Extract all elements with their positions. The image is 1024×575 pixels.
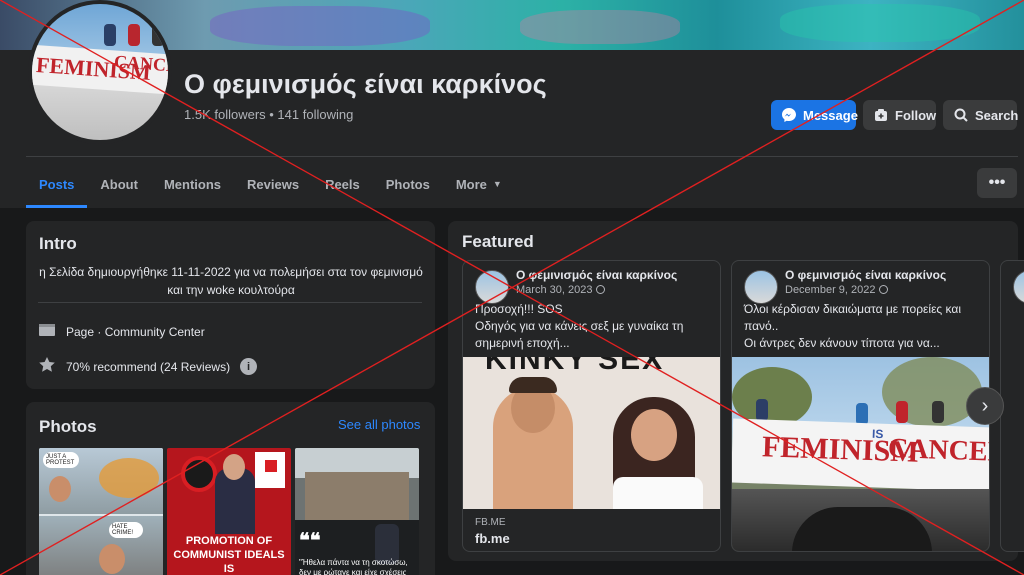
tab-posts[interactable]: Posts xyxy=(26,160,88,208)
intro-page-type: Page · Community Center xyxy=(38,322,205,341)
comic-face xyxy=(99,544,125,574)
follow-icon xyxy=(873,107,889,123)
photos-heading: Photos xyxy=(39,417,97,436)
featured-post[interactable]: Ο φεμινισμός είναι καρκίνος March 30, 20… xyxy=(462,260,721,552)
speech-bubble: HATE CRIME! xyxy=(109,522,143,538)
profile-avatar[interactable]: FEMINISM CANCER xyxy=(28,0,172,144)
person-face xyxy=(631,409,677,461)
more-options-button[interactable]: ••• xyxy=(977,168,1017,198)
follow-button[interactable]: Follow xyxy=(863,100,936,130)
cover-paint-blob xyxy=(780,4,980,42)
tab-photos[interactable]: Photos xyxy=(373,160,443,208)
protester-figure xyxy=(856,403,868,425)
tunnel-opening xyxy=(792,507,932,551)
post-text: Προσοχή!!! SOS Οδηγός για να κάνεις σεξ … xyxy=(475,302,684,350)
message-button-label: Message xyxy=(803,107,858,123)
post-image[interactable]: KINKY SEX xyxy=(463,357,720,509)
tab-mentions[interactable]: Mentions xyxy=(151,160,234,208)
post-text: Όλοι κέρδισαν δικαιώματα με πορείες και … xyxy=(744,302,961,350)
link-title[interactable]: fb.me xyxy=(475,531,510,546)
cover-paint-blob xyxy=(210,6,430,46)
tab-reviews[interactable]: Reviews xyxy=(234,160,312,208)
post-author[interactable]: Ο φεμινισμός είναι καρκίνος xyxy=(516,268,677,282)
avatar-person xyxy=(128,24,140,46)
post-image[interactable]: FEMINISM IS CANCER xyxy=(732,357,990,551)
intro-page-type-text: Page · Community Center xyxy=(66,324,205,339)
post-image-caption: KINKY SEX xyxy=(485,357,665,376)
page-header: FEMINISM CANCER Ο φεμινισμός είναι καρκί… xyxy=(0,0,1024,208)
post-author[interactable]: Ο φεμινισμός είναι καρκίνος xyxy=(785,268,946,282)
search-button-label: Search xyxy=(975,107,1019,123)
comic-fire xyxy=(99,458,159,498)
post-date[interactable]: December 9, 2022 xyxy=(785,284,888,296)
featured-heading: Featured xyxy=(462,232,534,251)
messenger-icon xyxy=(781,107,797,123)
post-date[interactable]: March 30, 2023 xyxy=(516,284,605,296)
page-tabs: Posts About Mentions Reviews Reels Photo… xyxy=(26,160,515,208)
flag-emblem xyxy=(265,460,277,472)
speech-bubble: JUST A PROTEST xyxy=(43,452,79,468)
comic-face xyxy=(49,476,71,502)
post-author-avatar[interactable] xyxy=(475,270,509,304)
post-author-avatar[interactable] xyxy=(1013,270,1024,304)
follow-button-label: Follow xyxy=(895,107,937,123)
see-all-photos-link[interactable]: See all photos xyxy=(338,417,420,432)
tab-more-label: More xyxy=(455,176,487,192)
protester-figure xyxy=(896,401,908,423)
tab-more[interactable]: More ▼ xyxy=(443,160,515,208)
post-author-avatar[interactable] xyxy=(744,270,778,304)
link-domain: FB.ME xyxy=(475,517,506,528)
carousel-next-button[interactable]: › xyxy=(966,387,1004,425)
photo-building xyxy=(305,472,409,522)
page-title: Ο φεμινισμός είναι καρκίνος xyxy=(184,69,547,99)
quote-mark: ❝❝ xyxy=(299,530,321,552)
message-button[interactable]: Message xyxy=(771,100,858,130)
protester-figure xyxy=(756,399,768,421)
intro-recommend: 70% recommend (24 Reviews) i xyxy=(38,356,258,377)
post-date-text: March 30, 2023 xyxy=(516,284,593,296)
cover-paint-blob xyxy=(520,10,680,44)
thumbnail-caption: "Ήθελα πάντα να τη σκοτώσω, δεν με ρώταγ… xyxy=(299,558,408,575)
speaker-face xyxy=(223,454,245,480)
search-button[interactable]: Search xyxy=(943,100,1019,130)
featured-post[interactable]: Ο φεμινισμός είναι καρκίνος December 9, … xyxy=(731,260,990,552)
thumbnail-caption: PROMOTION OF COMMUNIST IDEALS IS xyxy=(173,535,285,575)
intro-heading: Intro xyxy=(39,234,77,253)
avatar-person xyxy=(152,24,164,46)
chevron-right-icon: › xyxy=(981,394,989,417)
globe-icon xyxy=(878,285,888,294)
avatar-person xyxy=(104,24,116,46)
ellipsis-icon: ••• xyxy=(988,174,1006,191)
search-icon xyxy=(953,107,969,123)
header-divider xyxy=(26,156,1018,157)
info-icon[interactable]: i xyxy=(240,358,258,375)
caret-down-icon: ▼ xyxy=(492,179,502,189)
tab-reels[interactable]: Reels xyxy=(312,160,373,208)
follower-count[interactable]: 1.5K followers • 141 following xyxy=(184,107,353,122)
photos-card: Photos See all photos JUST A PROTEST HAT… xyxy=(26,402,435,575)
person-hair xyxy=(509,377,557,393)
globe-icon xyxy=(595,285,605,294)
intro-card: Intro η Σελίδα δημιουργήθηκε 11-11-2022 … xyxy=(26,221,435,389)
protest-banner-text: CANCER xyxy=(887,432,990,469)
photo-thumbnail[interactable]: PROMOTION OF COMMUNIST IDEALS IS xyxy=(167,448,291,575)
photo-thumbnail[interactable]: JUST A PROTEST HATE CRIME! xyxy=(39,448,163,575)
intro-description: η Σελίδα δημιουργήθηκε 11-11-2022 για να… xyxy=(39,265,423,297)
intro-recommend-text: 70% recommend (24 Reviews) xyxy=(66,359,231,374)
protester-figure xyxy=(932,401,944,423)
intro-divider xyxy=(38,302,422,303)
tab-about[interactable]: About xyxy=(87,160,151,208)
page-category-icon xyxy=(38,322,56,341)
person-garment xyxy=(613,477,703,509)
protest-banner-text: IS xyxy=(871,426,884,442)
photo-thumbnail[interactable]: ❝❝ "Ήθελα πάντα να τη σκοτώσω, δεν με ρώ… xyxy=(295,448,419,575)
star-icon xyxy=(38,356,56,377)
prohibited-symbol xyxy=(181,456,217,492)
post-date-text: December 9, 2022 xyxy=(785,284,876,296)
